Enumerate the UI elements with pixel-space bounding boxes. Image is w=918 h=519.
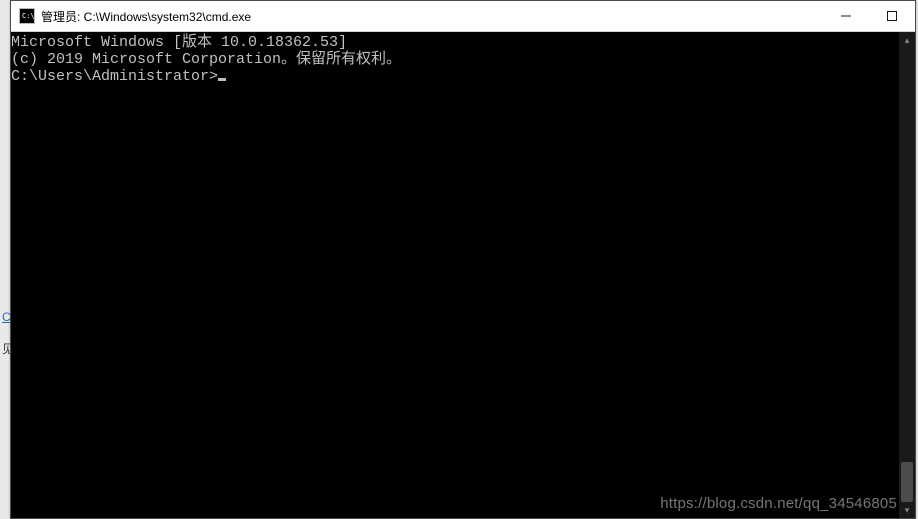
terminal-client-area[interactable]: Microsoft Windows [版本 10.0.18362.53](c) … — [11, 32, 915, 518]
minimize-button[interactable] — [823, 1, 869, 31]
cmd-window: C:\ 管理员: C:\Windows\system32\cmd.exe Mic… — [10, 0, 916, 519]
scrollbar-thumb[interactable] — [901, 462, 913, 502]
terminal-line: Microsoft Windows [版本 10.0.18362.53] — [11, 34, 915, 51]
titlebar[interactable]: C:\ 管理员: C:\Windows\system32\cmd.exe — [11, 1, 915, 32]
cursor-icon — [218, 78, 226, 81]
scroll-up-arrow-icon[interactable]: ▴ — [899, 32, 915, 48]
terminal-line: (c) 2019 Microsoft Corporation。保留所有权利。 — [11, 51, 915, 68]
maximize-button[interactable] — [869, 1, 915, 31]
scroll-down-arrow-icon[interactable]: ▾ — [899, 502, 915, 518]
terminal-prompt-line[interactable]: C:\Users\Administrator> — [11, 68, 915, 85]
window-title: 管理员: C:\Windows\system32\cmd.exe — [41, 8, 823, 25]
vertical-scrollbar[interactable]: ▴ ▾ — [899, 32, 915, 518]
terminal-prompt: C:\Users\Administrator> — [11, 68, 218, 85]
cmd-icon: C:\ — [19, 8, 35, 24]
svg-text:C:\: C:\ — [22, 12, 35, 20]
terminal-output[interactable]: Microsoft Windows [版本 10.0.18362.53](c) … — [11, 32, 915, 518]
window-controls — [823, 1, 915, 31]
